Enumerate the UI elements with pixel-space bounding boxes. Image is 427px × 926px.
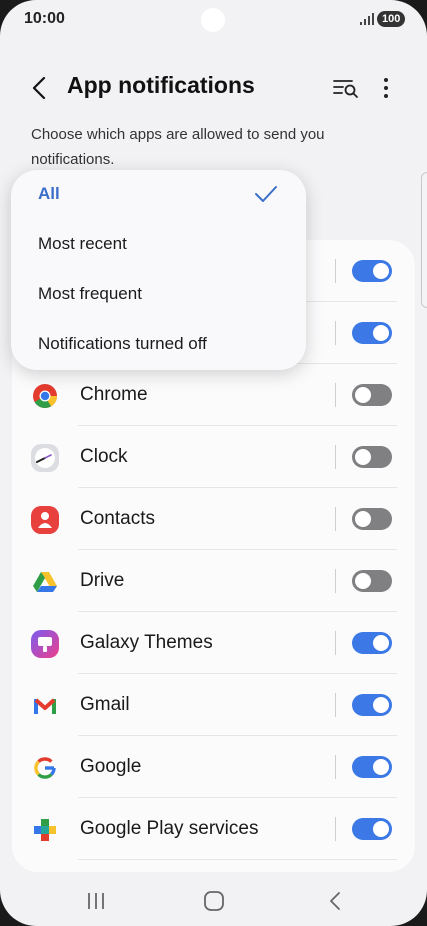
- app-toggle[interactable]: [352, 322, 392, 344]
- row-separator: [335, 383, 336, 407]
- back-arrow-icon[interactable]: [28, 74, 52, 102]
- dropdown-option-label: Most recent: [38, 234, 127, 253]
- app-name: Google: [80, 756, 142, 777]
- app-toggle[interactable]: [352, 818, 392, 840]
- search-filter-icon[interactable]: [332, 76, 360, 100]
- navigation-bar: [0, 876, 427, 926]
- app-toggle[interactable]: [352, 384, 392, 406]
- galaxy-themes-icon: [31, 630, 59, 658]
- row-separator: [335, 445, 336, 469]
- dropdown-option-label: All: [38, 184, 60, 203]
- app-name: Google Play services: [80, 818, 259, 839]
- row-separator: [335, 507, 336, 531]
- page-title: App notifications: [67, 72, 255, 98]
- home-icon[interactable]: [201, 888, 227, 914]
- app-name: Drive: [80, 570, 125, 591]
- app-toggle[interactable]: [352, 446, 392, 468]
- signal-icon: [360, 13, 374, 25]
- sort-dropdown-menu: All Most recent Most frequent Notificati…: [11, 170, 306, 370]
- clock-icon: [31, 444, 59, 472]
- chrome-icon: [33, 384, 58, 409]
- recent-apps-icon[interactable]: [83, 888, 109, 914]
- row-separator: [335, 693, 336, 717]
- app-toggle[interactable]: [352, 632, 392, 654]
- google-icon: [34, 757, 56, 779]
- app-toggle[interactable]: [352, 508, 392, 530]
- app-row-clock[interactable]: Clock: [12, 426, 415, 488]
- row-separator: [335, 321, 336, 345]
- app-toggle[interactable]: [352, 694, 392, 716]
- back-nav-icon[interactable]: [322, 888, 348, 914]
- front-camera: [201, 8, 225, 32]
- app-row-google-play-services[interactable]: Google Play services: [12, 798, 415, 860]
- app-toggle[interactable]: [352, 570, 392, 592]
- app-name: Clock: [80, 446, 128, 467]
- app-name: Gmail: [80, 694, 130, 715]
- google-play-services-icon: [34, 819, 56, 841]
- app-name: Contacts: [80, 508, 155, 529]
- dropdown-option-all[interactable]: All: [11, 170, 306, 220]
- row-separator: [335, 631, 336, 655]
- drive-icon: [33, 572, 57, 592]
- row-separator: [335, 569, 336, 593]
- phone-screen: 10:00 100 App notifications Choose which…: [0, 0, 427, 926]
- app-toggle[interactable]: [352, 260, 392, 282]
- dropdown-option-notifications-off[interactable]: Notifications turned off: [11, 320, 306, 370]
- app-row-chrome[interactable]: Chrome: [12, 364, 415, 426]
- app-row-drive[interactable]: Drive: [12, 550, 415, 612]
- battery-icon: 100: [377, 11, 406, 27]
- app-row-contacts[interactable]: Contacts: [12, 488, 415, 550]
- app-toggle[interactable]: [352, 756, 392, 778]
- app-row-galaxy-themes[interactable]: Galaxy Themes: [12, 612, 415, 674]
- checkmark-icon: [255, 186, 277, 202]
- dropdown-option-label: Most frequent: [38, 284, 142, 303]
- status-time: 10:00: [24, 10, 65, 27]
- edge-panel-handle[interactable]: [421, 172, 427, 308]
- app-name: Galaxy Themes: [80, 632, 213, 653]
- dropdown-option-label: Notifications turned off: [38, 334, 207, 353]
- dropdown-option-most-frequent[interactable]: Most frequent: [11, 270, 306, 320]
- row-separator: [335, 755, 336, 779]
- page-description: Choose which apps are allowed to send yo…: [31, 126, 325, 168]
- contacts-icon: [31, 506, 59, 534]
- row-separator: [335, 817, 336, 841]
- more-options-icon[interactable]: [376, 76, 396, 100]
- dropdown-option-most-recent[interactable]: Most recent: [11, 220, 306, 270]
- gmail-icon: [34, 698, 56, 714]
- status-bar: 10:00 100: [0, 0, 427, 40]
- app-row-gmail[interactable]: Gmail: [12, 674, 415, 736]
- app-row-google[interactable]: Google: [12, 736, 415, 798]
- row-separator: [335, 259, 336, 283]
- app-name: Chrome: [80, 384, 148, 405]
